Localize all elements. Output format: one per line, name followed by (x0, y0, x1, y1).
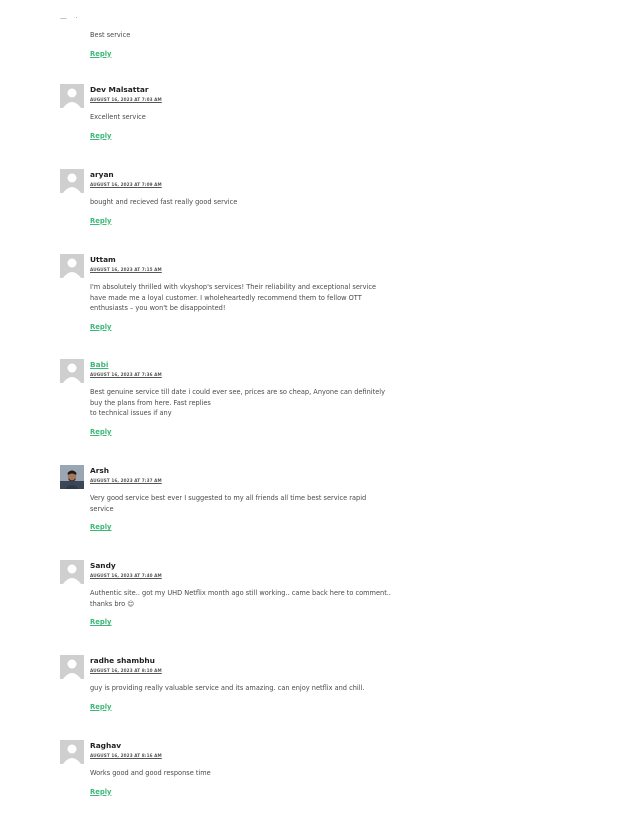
reply-link[interactable]: Reply (90, 788, 111, 796)
comment-item: Arsh AUGUST 16, 2023 AT 7:37 AM Very goo… (60, 465, 420, 533)
comment-text: Works good and good response time (90, 769, 211, 777)
reply-link[interactable]: Reply (90, 132, 111, 140)
comment-text: I'm absolutely thrilled with vkyshop's s… (90, 283, 377, 313)
user-photo-avatar (60, 465, 84, 489)
comment-item: Raghav AUGUST 16, 2023 AT 8:16 AM Works … (60, 740, 420, 798)
comment-text: Very good service best ever I suggested … (90, 494, 367, 513)
comment-item: Babi AUGUST 16, 2023 AT 7:36 AM Best gen… (60, 359, 420, 438)
avatar-placeholder-icon (60, 740, 84, 764)
reply-link[interactable]: Reply (90, 703, 111, 711)
reply-link[interactable]: Reply (90, 428, 111, 436)
comment-date-link[interactable]: AUGUST 16, 2023 AT 7:03 AM (90, 97, 420, 103)
avatar-placeholder-icon (60, 655, 84, 679)
comment-date-link[interactable]: AUGUST 16, 2023 AT 7:36 AM (90, 372, 420, 378)
truncated-author-mark: — · (60, 14, 81, 22)
comment-item: Dev Malsattar AUGUST 16, 2023 AT 7:03 AM… (60, 84, 420, 142)
comment-item: Uttam AUGUST 16, 2023 AT 7:15 AM I'm abs… (60, 254, 420, 333)
comment-text: Authentic site.. got my UHD Netflix mont… (90, 589, 391, 608)
comment-author: aryan (90, 170, 114, 179)
comment-text: Excellent service (90, 113, 146, 121)
avatar-placeholder-icon (60, 560, 84, 584)
reply-link[interactable]: Reply (90, 50, 111, 58)
avatar-placeholder-icon (60, 359, 84, 383)
comment-text: guy is providing really valuable service… (90, 684, 365, 692)
comment-item: radhe shambhu AUGUST 16, 2023 AT 8:10 AM… (60, 655, 420, 713)
comment-author: Raghav (90, 741, 122, 750)
comment-item: Sandy AUGUST 16, 2023 AT 7:40 AM Authent… (60, 560, 420, 628)
comment-date-link[interactable]: AUGUST 16, 2023 AT 7:09 AM (90, 182, 420, 188)
comment-item: aryan AUGUST 16, 2023 AT 7:09 AM bought … (60, 169, 420, 227)
avatar-placeholder-icon (60, 84, 84, 108)
comment-author: Sandy (90, 561, 116, 570)
comment-author: Uttam (90, 255, 116, 264)
comment-date-link[interactable]: AUGUST 16, 2023 AT 7:15 AM (90, 267, 420, 273)
comment-date-link[interactable]: AUGUST 16, 2023 AT 7:40 AM (90, 573, 420, 579)
reply-link[interactable]: Reply (90, 323, 111, 331)
comment-text: Best genuine service till date i could e… (90, 388, 385, 418)
comment-text: Best service (90, 31, 131, 39)
avatar-placeholder-icon (60, 254, 84, 278)
comment-text: bought and recieved fast really good ser… (90, 198, 238, 206)
comment-date-link[interactable]: AUGUST 16, 2023 AT 7:37 AM (90, 478, 420, 484)
reply-link[interactable]: Reply (90, 217, 111, 225)
comment-first: Best service Reply (60, 26, 420, 60)
comment-author: Arsh (90, 466, 110, 475)
reply-link[interactable]: Reply (90, 523, 111, 531)
comment-author-link[interactable]: Babi (90, 360, 420, 370)
comment-date-link[interactable]: AUGUST 16, 2023 AT 8:16 AM (90, 753, 420, 759)
comment-date-link[interactable]: AUGUST 16, 2023 AT 8:10 AM (90, 668, 420, 674)
reply-link[interactable]: Reply (90, 618, 111, 626)
avatar-placeholder-icon (60, 169, 84, 193)
comment-author: Dev Malsattar (90, 85, 149, 94)
comment-author: radhe shambhu (90, 656, 155, 665)
